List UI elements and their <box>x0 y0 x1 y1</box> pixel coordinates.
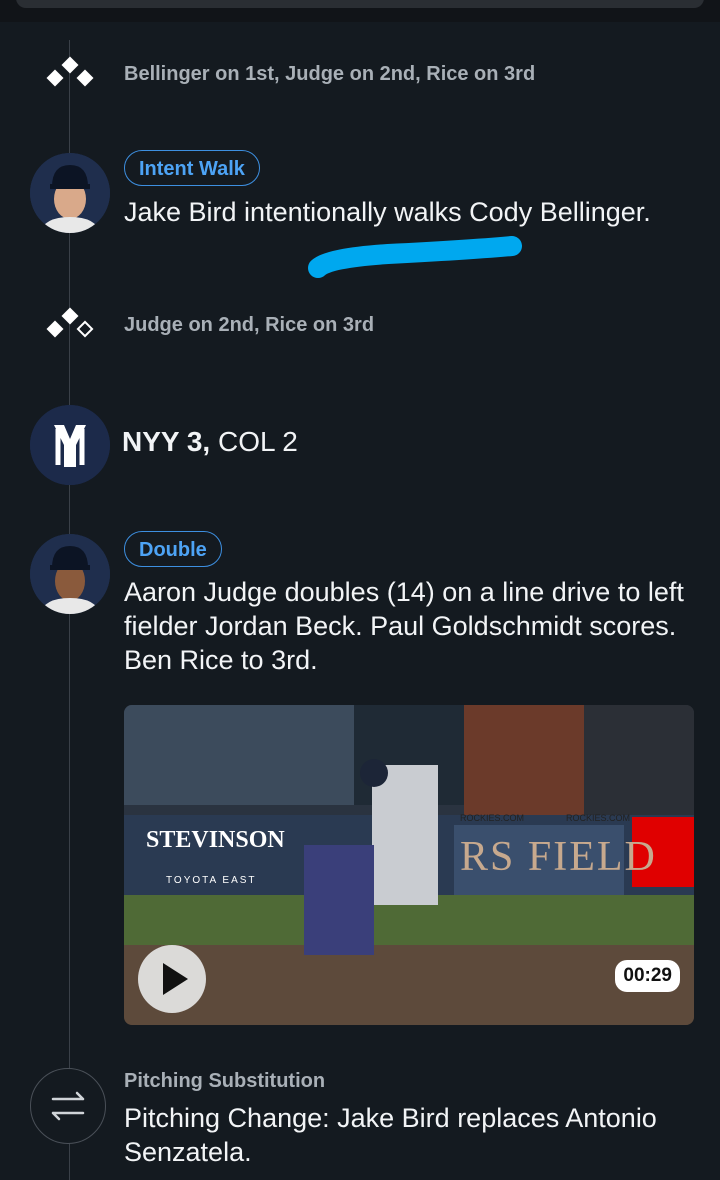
avatar-aaron-judge[interactable] <box>30 534 110 614</box>
score-line: NYY 3, COL 2 <box>122 426 298 458</box>
runners-status: Bellinger on 1st, Judge on 2nd, Rice on … <box>124 63 536 85</box>
banner-toyota: TOYOTA EAST <box>166 875 257 886</box>
swap-arrows-icon <box>51 1091 85 1121</box>
highlight-scribble <box>308 236 522 278</box>
avatar-jake-bird[interactable] <box>30 153 110 233</box>
event-badge-intent-walk: Intent Walk <box>124 150 260 186</box>
sign-rockies: ROCKIES.COM <box>566 813 631 823</box>
search-bar-edge[interactable] <box>16 0 704 8</box>
play-button[interactable] <box>138 945 206 1013</box>
play-icon <box>163 963 188 995</box>
score-home: NYY 3, <box>122 426 211 457</box>
video-duration: 00:29 <box>615 960 680 992</box>
substitution-icon-circle <box>30 1068 106 1144</box>
score-away: COL 2 <box>217 426 298 457</box>
sign-rockies: ROCKIES.COM <box>460 813 525 823</box>
bases-2nd-3rd-icon <box>46 307 94 338</box>
event-type-label: Pitching Substitution <box>124 1070 326 1092</box>
banner-field: RS FIELD <box>460 834 657 880</box>
event-description: Pitching Change: Jake Bird replaces Anto… <box>124 1103 657 1167</box>
event-description: Jake Bird intentionally walks Cody Belli… <box>124 197 651 227</box>
event-description: Aaron Judge doubles (14) on a line drive… <box>124 577 684 675</box>
bases-loaded-icon <box>46 56 94 87</box>
yankees-logo <box>30 405 110 485</box>
top-bar <box>0 0 720 22</box>
runners-status: Judge on 2nd, Rice on 3rd <box>124 314 375 336</box>
banner-stevinson: STEVINSON <box>146 827 285 853</box>
event-badge-double: Double <box>124 531 222 567</box>
video-thumbnail[interactable]: STEVINSON TOYOTA EAST RS FIELD ROCKIES.C… <box>124 705 694 1025</box>
